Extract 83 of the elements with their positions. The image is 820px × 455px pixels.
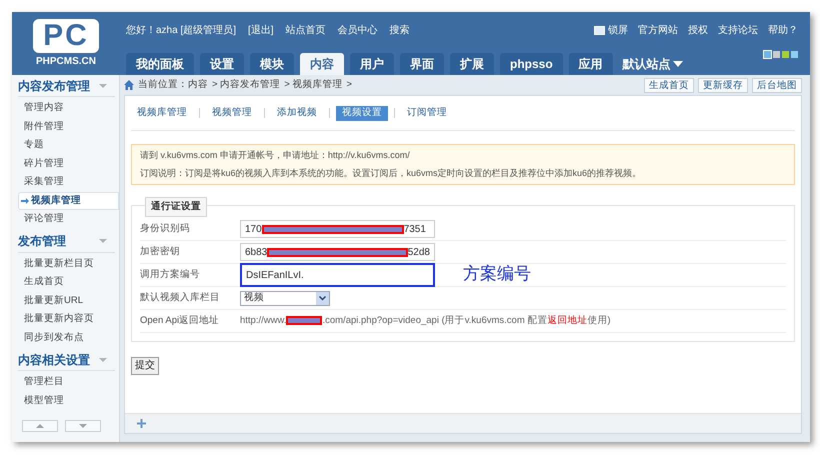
lock-screen-link[interactable]: 锁屏 [594, 22, 628, 38]
sidebar-item[interactable]: 生成首页 [18, 273, 119, 292]
sub-tab[interactable]: 视频设置 [336, 106, 388, 120]
nav-tab[interactable]: 界面 [400, 53, 444, 75]
collapse-icon[interactable] [99, 239, 107, 243]
arrow-icon [21, 198, 29, 204]
input-field[interactable]: 170 7351 [240, 220, 435, 238]
theme-swatch[interactable] [791, 51, 798, 58]
theme-swatch[interactable] [773, 51, 780, 58]
sidebar-item[interactable]: 视频库管理 [18, 192, 119, 210]
input-field[interactable]: 6b83 52d8 [240, 243, 435, 261]
sidebar-item[interactable]: 附件管理 [18, 118, 119, 136]
breadcrumb-item: > [346, 78, 352, 92]
site-dropdown[interactable]: 默认站点 [618, 53, 687, 75]
nav-tab[interactable]: 扩展 [450, 53, 494, 75]
top-link[interactable]: 站点首页 [286, 22, 326, 38]
sidebar-heading: 内容发布管理 [18, 78, 90, 94]
top-link[interactable]: 您好！azha [超级管理员] [126, 22, 236, 38]
sidebar-item[interactable]: 专题 [18, 136, 119, 154]
nav-tab[interactable]: 设置 [200, 53, 244, 75]
notice-text: 订阅说明：订阅是将ku6的视频入库到本系统的功能。设置订阅后，ku6vms定时向设置的栏目及推荐位中添加ku6的推荐视频。 [140, 166, 642, 180]
sidebar-item[interactable]: 采集管理 [18, 173, 119, 192]
nav-tab[interactable]: 我的面板 [126, 53, 194, 75]
sidebar-item[interactable]: 管理内容 [18, 99, 119, 118]
nav-tab[interactable]: 用户 [350, 53, 394, 75]
breadcrumb-item: 当前位置：内容 [138, 78, 208, 92]
api-url-text: http://www. .com/api.php?op=video_api (用于v.ku6vms.com 配置返回地址使用) [240, 314, 611, 328]
scroll-down-button[interactable] [65, 420, 101, 432]
sub-tab[interactable]: 添加视频 [271, 106, 323, 120]
field-label: 默认视频入库栏目 [140, 290, 221, 305]
down-icon [79, 424, 87, 428]
up-icon [36, 424, 44, 428]
plus-icon[interactable] [137, 419, 146, 428]
field-label: Open Api返回地址 [140, 314, 220, 328]
nav-tab[interactable]: 模块 [250, 53, 294, 75]
sidebar-item[interactable]: 碎片管理 [18, 154, 119, 173]
theme-swatch[interactable] [782, 51, 789, 58]
notice-text: 请到 v.ku6vms.com 申请开通帐号，申请地址：http://v.ku6vms.com/ [140, 149, 411, 162]
collapse-icon[interactable] [99, 84, 107, 88]
sidebar-item[interactable]: 管理栏目 [18, 373, 119, 392]
top-link[interactable]: 官方网站 [638, 22, 678, 38]
breadcrumb-item[interactable]: > 视频库管理 [284, 78, 342, 92]
field-label: 身份识别码 [140, 222, 191, 236]
sidebar-item[interactable]: 同步到发布点 [18, 328, 119, 347]
sidebar-item[interactable]: 批量更新内容页 [18, 310, 119, 328]
sub-tab[interactable]: 订阅管理 [401, 106, 453, 120]
annotation-text: 方案编号 [463, 263, 531, 286]
scroll-up-button[interactable] [22, 420, 58, 432]
submit-button[interactable]: 提交 [131, 356, 159, 374]
nav-tab[interactable]: 内容 [300, 53, 344, 75]
sidebar-item[interactable]: 评论管理 [18, 210, 119, 228]
fieldset-legend: 通行证设置 [145, 197, 207, 218]
logo-icon: PC [33, 18, 99, 52]
sidebar-item[interactable]: 批量更新栏目页 [18, 254, 119, 273]
top-link[interactable]: 支持论坛 [718, 22, 758, 38]
theme-swatch[interactable] [764, 51, 771, 58]
header-button[interactable]: 后台地图 [752, 78, 802, 92]
sidebar-item[interactable]: 批量更新URL [18, 292, 119, 310]
sidebar-item[interactable]: 模型管理 [18, 392, 119, 410]
caret-icon [672, 61, 683, 67]
sub-tab[interactable]: 视频管理 [206, 106, 258, 120]
header-button[interactable]: 更新缓存 [698, 78, 748, 92]
sidebar-heading: 内容相关设置 [18, 352, 90, 368]
top-link[interactable]: 搜索 [390, 22, 410, 38]
collapse-icon[interactable] [99, 358, 107, 362]
header-button[interactable]: 生成首页 [644, 78, 694, 92]
nav-tab[interactable]: phpsso [500, 53, 563, 75]
home-icon[interactable] [124, 80, 134, 90]
field-label: 调用方案编号 [140, 268, 201, 282]
chevron-icon [319, 296, 326, 300]
logo-text: PHPCMS.CN [36, 54, 96, 68]
breadcrumb-item[interactable]: > 内容发布管理 [212, 78, 280, 92]
outlined-field[interactable]: DsIEFanILvI. [240, 263, 435, 287]
monitor-icon [594, 26, 605, 34]
field-label: 加密密钥 [140, 244, 181, 259]
top-link[interactable]: 授权 [688, 22, 708, 38]
sidebar-heading: 发布管理 [18, 233, 66, 250]
select-field[interactable]: 视频 [240, 290, 330, 306]
top-link[interactable]: [退出] [248, 22, 274, 38]
sub-tab[interactable]: 视频库管理 [131, 106, 193, 120]
nav-tab[interactable]: 应用 [568, 53, 613, 75]
top-link[interactable]: 帮助？ [768, 22, 798, 38]
top-link[interactable]: 会员中心 [338, 22, 378, 38]
